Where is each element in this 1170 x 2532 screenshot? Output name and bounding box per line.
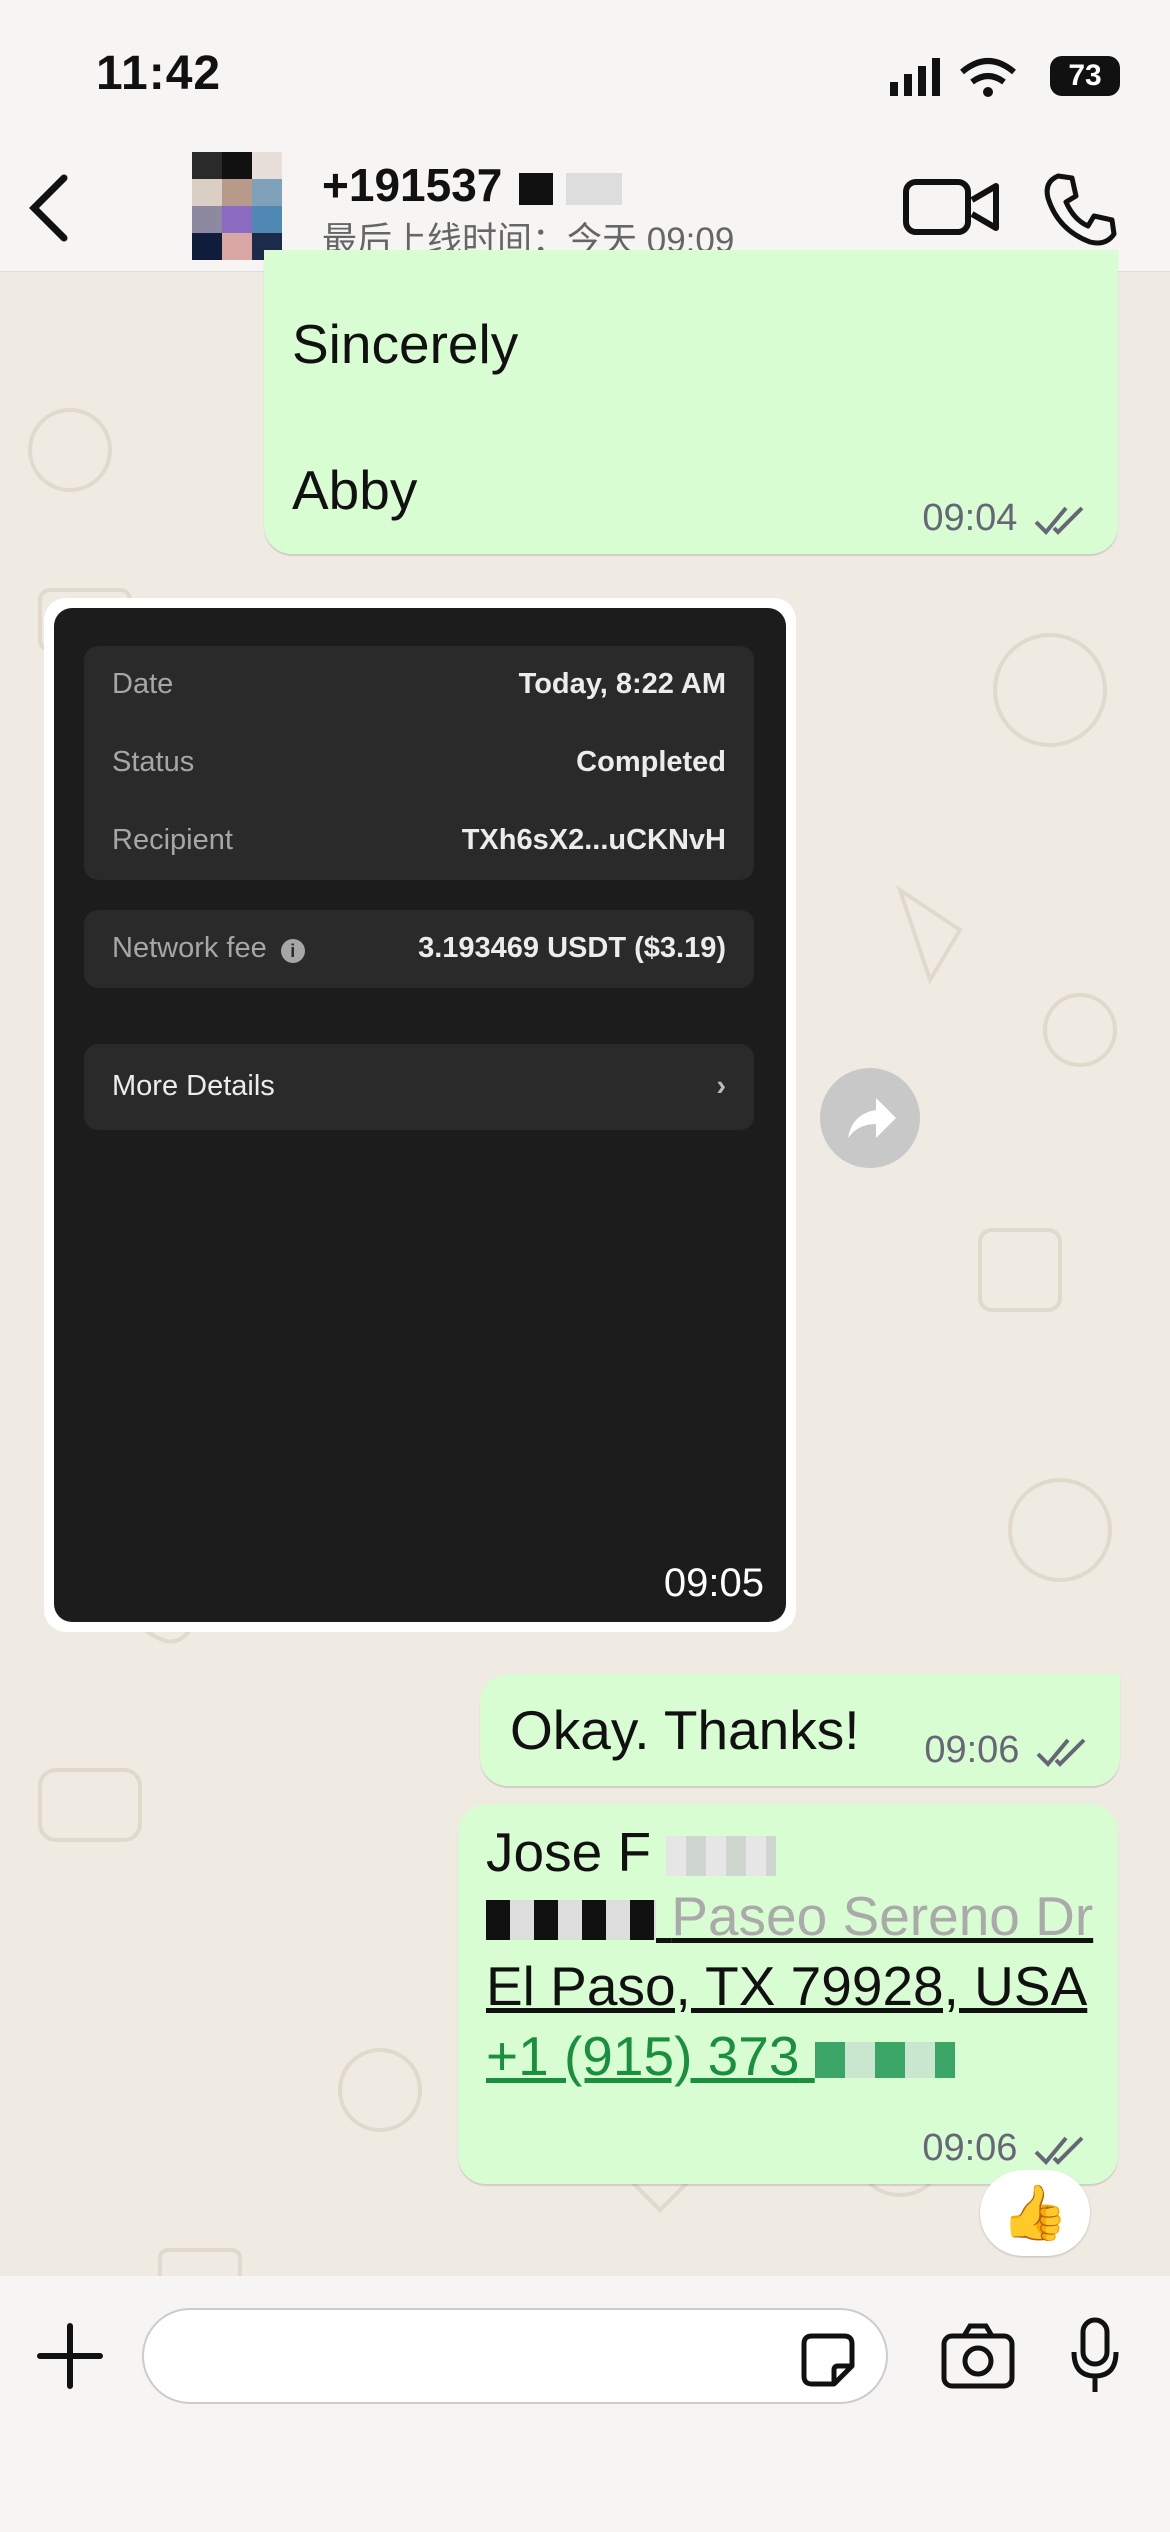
message-meta: 09:04 [922, 497, 1090, 540]
double-check-icon [1036, 1738, 1086, 1767]
avatar[interactable] [192, 152, 282, 260]
contact-name[interactable]: +191537 [322, 158, 622, 212]
redaction-block [565, 172, 622, 205]
fee-row: Network fee i 3.193469 USDT ($3.19) [112, 932, 726, 964]
redaction-block [486, 1900, 656, 1941]
recipient-row: Recipient TXh6sX2...uCKNvH [112, 824, 726, 856]
status-icons: 73 [890, 52, 1120, 102]
thumbs-up-reaction[interactable]: 👍 [980, 2170, 1090, 2256]
message-meta: 09:06 [922, 2127, 1090, 2170]
address-street-link[interactable]: Paseo Sereno Dr [486, 1884, 1093, 1948]
chevron-right-icon: › [716, 1070, 726, 1102]
forward-button[interactable] [820, 1068, 920, 1168]
sticker-icon[interactable] [798, 2330, 858, 2390]
message-bubble-thanks[interactable]: Okay. Thanks! 09:06 [480, 1674, 1120, 1786]
more-details-row: More Details › [112, 1070, 726, 1102]
info-icon: i [280, 939, 305, 963]
status-time: 11:42 [96, 47, 222, 100]
status-bar: 11:42 73 [0, 0, 1170, 140]
phone-call-icon[interactable] [1040, 170, 1120, 250]
message-text: Abby [292, 459, 418, 521]
fee-card: Network fee i 3.193469 USDT ($3.19) [84, 910, 754, 988]
more-details-card: More Details › [84, 1044, 754, 1130]
message-time: 09:05 [663, 1561, 764, 1605]
battery-icon: 73 [1050, 56, 1120, 96]
back-chevron-icon[interactable] [20, 168, 80, 248]
double-check-icon [1034, 506, 1084, 535]
message-bubble-sincerely[interactable]: Sincerely Abby 09:04 [264, 250, 1118, 554]
signal-wifi-icon [890, 58, 1016, 97]
redaction-block [666, 1836, 777, 1877]
transaction-card: Date Today, 8:22 AM Status Completed Rec… [84, 646, 754, 880]
status-row: Status Completed [112, 746, 726, 778]
date-row: Date Today, 8:22 AM [112, 668, 726, 700]
forward-arrow-icon [848, 1098, 896, 1138]
address-city-link[interactable]: El Paso, TX 79928, USA [486, 1954, 1087, 2018]
phone-number-link[interactable]: +1 (915) 373 [486, 2024, 955, 2088]
redaction-block [519, 172, 554, 205]
screenshot-image: Date Today, 8:22 AM Status Completed Rec… [54, 608, 786, 1622]
message-bubble-address[interactable]: Jose F Paseo Sereno Dr El Paso, TX 79928… [458, 1804, 1118, 2184]
message-text: Okay. Thanks! [510, 1699, 860, 1761]
camera-icon[interactable] [940, 2318, 1016, 2394]
plus-icon[interactable] [30, 2316, 110, 2396]
composer-bar [0, 2276, 1170, 2532]
double-check-icon [1034, 2136, 1084, 2165]
address-name: Jose F [486, 1820, 777, 1884]
microphone-icon[interactable] [1070, 2316, 1120, 2396]
redaction-block [814, 2042, 955, 2079]
message-text: Sincerely [292, 313, 519, 375]
video-call-icon[interactable] [902, 172, 1002, 242]
image-message[interactable]: Date Today, 8:22 AM Status Completed Rec… [44, 598, 796, 1632]
message-meta: 09:06 [924, 1729, 1092, 1772]
message-input[interactable] [142, 2308, 888, 2404]
